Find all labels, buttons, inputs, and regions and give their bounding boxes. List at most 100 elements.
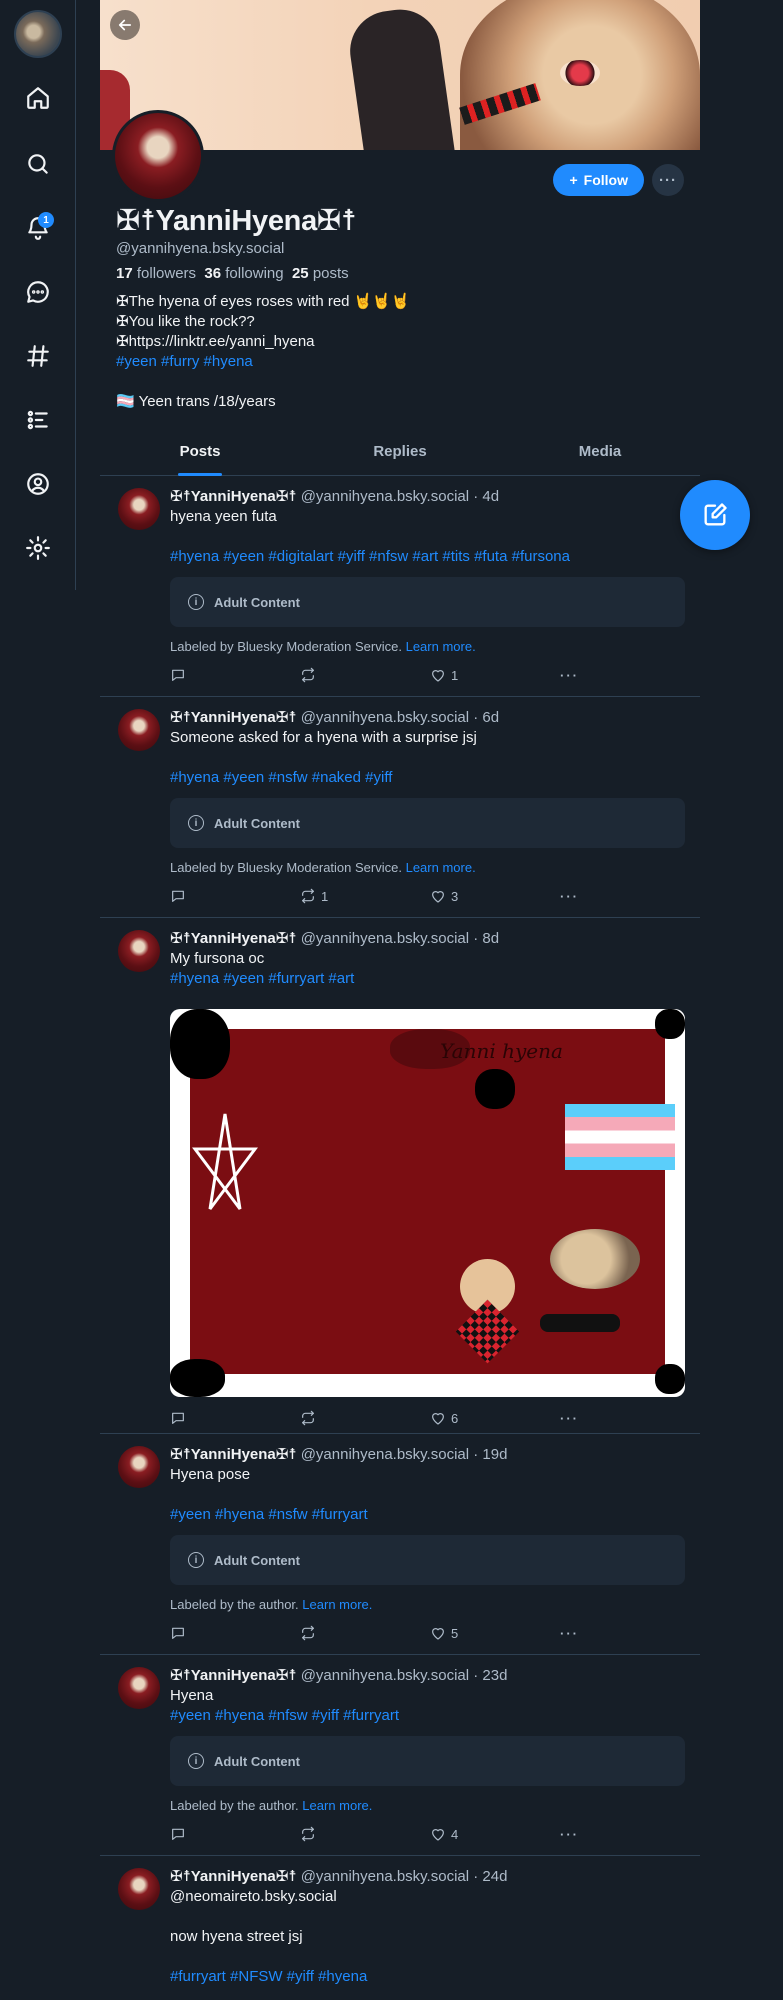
settings-gear-icon[interactable] [18, 528, 58, 568]
post-timestamp[interactable]: · 8d [473, 930, 499, 947]
post-author-handle[interactable]: @yannihyena.bsky.social [301, 930, 469, 947]
post-author-name[interactable]: ✠☨YanniHyena✠☨ [170, 1868, 297, 1885]
post-author-handle[interactable]: @yannihyena.bsky.social [301, 488, 469, 505]
repost-button[interactable] [300, 1625, 430, 1641]
following-link[interactable]: 36 following [204, 265, 283, 282]
post-author-avatar[interactable] [118, 1667, 160, 1709]
post-controls: 1 3 ··· [170, 887, 685, 905]
profile-stats: 17 followers 36 following 25 posts [116, 265, 349, 282]
home-icon[interactable] [18, 78, 58, 118]
reply-icon [172, 1627, 184, 1639]
post-image-fursona-reference[interactable]: Yanni hyena [170, 1009, 685, 1397]
reply-icon [172, 669, 184, 681]
post-hashtags[interactable]: #hyena #yeen #digitalart #yiff #nfsw #ar… [170, 547, 685, 567]
tab-replies[interactable]: Replies [300, 436, 500, 475]
feed-post[interactable]: ✠☨YanniHyena✠☨ @yannihyena.bsky.social ·… [100, 918, 700, 1434]
post-timestamp[interactable]: · 19d [473, 1446, 507, 1463]
post-author-name[interactable]: ✠☨YanniHyena✠☨ [170, 930, 297, 947]
post-hashtags[interactable]: #yeen #hyena #nfsw #yiff #furryart [170, 1706, 685, 1726]
post-hashtags[interactable]: #hyena #yeen #furryart #art [170, 969, 685, 989]
post-hashtags[interactable]: #hyena #yeen #nsfw #naked #yiff [170, 768, 685, 788]
profile-more-options-button[interactable]: ··· [652, 164, 684, 196]
learn-more-link[interactable]: Learn more. [302, 1798, 372, 1813]
feed-post[interactable]: ✠☨YanniHyena✠☨ @yannihyena.bsky.social ·… [100, 1856, 700, 2000]
post-more-options-button[interactable]: ··· [560, 668, 579, 683]
post-more-options-button[interactable]: ··· [560, 1626, 579, 1641]
post-more-options-button[interactable]: ··· [560, 1827, 579, 1842]
post-timestamp[interactable]: · 4d [473, 488, 499, 505]
reply-button[interactable] [170, 888, 300, 904]
like-button[interactable]: 3 [430, 888, 560, 904]
post-author-name[interactable]: ✠☨YanniHyena✠☨ [170, 1667, 297, 1684]
bio-line: 🏳️‍⚧️ Yeen trans /18/years [116, 393, 276, 410]
hashtag-feeds-icon[interactable] [18, 336, 58, 376]
feed-post[interactable]: ✠☨YanniHyena✠☨ @yannihyena.bsky.social ·… [100, 1434, 700, 1655]
post-author-name[interactable]: ✠☨YanniHyena✠☨ [170, 709, 297, 726]
post-timestamp[interactable]: · 24d [473, 1868, 507, 1885]
profile-avatar[interactable] [112, 110, 204, 202]
feed-post[interactable]: ✠☨YanniHyena✠☨ @yannihyena.bsky.social ·… [100, 697, 700, 918]
post-author-handle[interactable]: @yannihyena.bsky.social [301, 1868, 469, 1885]
post-author-avatar[interactable] [118, 709, 160, 751]
post-more-options-button[interactable]: ··· [560, 889, 579, 904]
followers-link[interactable]: 17 followers [116, 265, 196, 282]
learn-more-link[interactable]: Learn more. [302, 1597, 372, 1612]
follow-button[interactable]: + Follow [553, 164, 644, 196]
moderation-label: Labeled by the author. Learn more. [170, 1798, 373, 1813]
search-icon[interactable] [18, 144, 58, 184]
repost-button[interactable] [300, 1826, 430, 1842]
repost-button[interactable] [300, 667, 430, 683]
profile-icon[interactable] [18, 464, 58, 504]
post-author-name[interactable]: ✠☨YanniHyena✠☨ [170, 488, 297, 505]
post-mention-link[interactable]: @neomaireto.bsky.social [170, 1887, 685, 1907]
notifications-bell-icon[interactable]: 1 [18, 208, 58, 248]
like-button[interactable]: 5 [430, 1625, 560, 1641]
content-warning[interactable]: i Adult Content [170, 1736, 685, 1786]
post-timestamp[interactable]: · 6d [473, 709, 499, 726]
content-warning[interactable]: i Adult Content [170, 798, 685, 848]
chat-bubble-icon[interactable] [18, 272, 58, 312]
tab-media[interactable]: Media [500, 436, 700, 475]
post-author-avatar[interactable] [118, 488, 160, 530]
feed-post[interactable]: ✠☨YanniHyena✠☨ @yannihyena.bsky.social ·… [100, 1655, 700, 1856]
reply-icon [172, 1412, 184, 1424]
bio-line: ✠The hyena of eyes roses with red 🤘🤘🤘 [116, 293, 410, 310]
like-button[interactable]: 4 [430, 1826, 560, 1842]
like-button[interactable]: 1 [430, 667, 560, 683]
lists-icon[interactable] [18, 400, 58, 440]
content-warning[interactable]: i Adult Content [170, 577, 685, 627]
post-author-avatar[interactable] [118, 930, 160, 972]
repost-button[interactable] [300, 1410, 430, 1426]
reply-button[interactable] [170, 667, 300, 683]
post-more-options-button[interactable]: ··· [560, 1411, 579, 1426]
post-timestamp[interactable]: · 23d [473, 1667, 507, 1684]
current-user-avatar[interactable] [14, 10, 62, 58]
post-author-avatar[interactable] [118, 1446, 160, 1488]
like-button[interactable]: 6 [430, 1410, 560, 1426]
compose-pencil-icon [704, 503, 727, 526]
post-controls: 6 ··· [170, 1409, 685, 1427]
posts-count: 25 posts [291, 265, 349, 282]
post-author-avatar[interactable] [118, 1868, 160, 1910]
reply-button[interactable] [170, 1410, 300, 1426]
post-author-handle[interactable]: @yannihyena.bsky.social [301, 1446, 469, 1463]
reply-button[interactable] [170, 1625, 300, 1641]
content-warning[interactable]: i Adult Content [170, 1535, 685, 1585]
post-author-name[interactable]: ✠☨YanniHyena✠☨ [170, 1446, 297, 1463]
post-hashtags[interactable]: #furryart #NFSW #yiff #hyena [170, 1967, 685, 1987]
post-hashtags[interactable]: #yeen #hyena #nsfw #furryart [170, 1505, 685, 1525]
learn-more-link[interactable]: Learn more. [406, 860, 476, 875]
post-text: Hyena [170, 1687, 214, 1704]
art-signature: Yanni hyena [440, 1039, 563, 1063]
post-author-handle[interactable]: @yannihyena.bsky.social [301, 1667, 469, 1684]
learn-more-link[interactable]: Learn more. [406, 639, 476, 654]
feed-post[interactable]: ✠☨YanniHyena✠☨ @yannihyena.bsky.social ·… [100, 476, 700, 697]
bio-hashtags[interactable]: #yeen #furry #hyena [116, 352, 410, 372]
info-icon: i [188, 815, 204, 831]
tab-posts[interactable]: Posts [100, 436, 300, 475]
post-author-handle[interactable]: @yannihyena.bsky.social [301, 709, 469, 726]
repost-button[interactable]: 1 [300, 888, 430, 904]
bio-link[interactable]: ✠https://linktr.ee/yanni_hyena [116, 332, 410, 352]
back-button[interactable] [110, 10, 140, 40]
reply-button[interactable] [170, 1826, 300, 1842]
